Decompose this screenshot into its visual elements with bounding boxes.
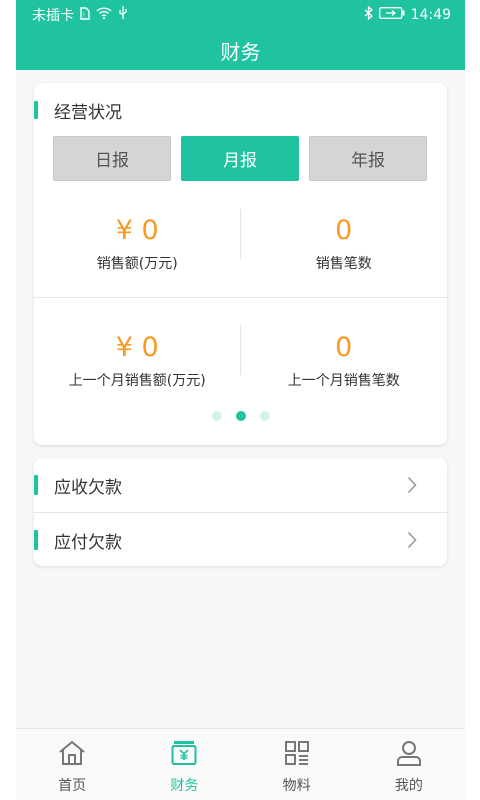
- status-bar: 未插卡 ! 14:49: [16, 0, 465, 30]
- accent-bar: [34, 475, 38, 495]
- current-count-value: 0: [335, 215, 353, 246]
- previous-sales-label: 上一个月销售额(万元): [68, 373, 206, 389]
- materials-icon: [284, 740, 310, 770]
- home-icon: [58, 740, 86, 770]
- clock-text: 14:49: [410, 7, 451, 23]
- segment-daily[interactable]: 日报: [53, 136, 171, 181]
- usb-icon: [118, 6, 128, 24]
- receivable-label: 应收欠款: [54, 477, 122, 498]
- previous-count-value: 0: [335, 332, 353, 363]
- page-title: 财务: [220, 39, 261, 64]
- tab-profile-label: 我的: [394, 778, 423, 794]
- chevron-right-icon: [407, 531, 417, 553]
- accent-bar: [34, 530, 38, 550]
- page-dot[interactable]: [211, 411, 222, 421]
- stats-divider-horizontal: [34, 297, 447, 298]
- current-sales-value: ¥ 0: [115, 215, 159, 246]
- profile-icon: [396, 740, 422, 770]
- page-dot[interactable]: [259, 411, 270, 421]
- status-right: 14:49: [364, 5, 451, 24]
- tab-finance-label: 财务: [170, 778, 199, 794]
- operations-header: 经营状况: [34, 99, 122, 123]
- battery-icon: [378, 7, 405, 23]
- segment-monthly[interactable]: 月报: [181, 136, 299, 181]
- stats-divider-vertical-2: [240, 325, 241, 375]
- current-sales-label: 销售额(万元): [96, 256, 178, 272]
- current-count-label: 销售笔数: [315, 256, 372, 272]
- payable-row[interactable]: 应付欠款: [34, 513, 447, 567]
- current-count-stat: 0 销售笔数: [241, 215, 448, 273]
- tab-materials[interactable]: 物料: [241, 729, 353, 800]
- tab-home-label: 首页: [58, 778, 87, 794]
- previous-count-label: 上一个月销售笔数: [287, 373, 400, 389]
- page-dot-active[interactable]: [235, 411, 246, 421]
- wifi-icon: [96, 7, 112, 23]
- sim-icon: !: [80, 6, 90, 24]
- debts-card: 应收欠款 应付欠款: [34, 458, 447, 566]
- accent-bar: [34, 101, 38, 119]
- bluetooth-icon: [364, 5, 373, 24]
- app-frame: 未插卡 ! 14:49 财务 经营状况 日报 月报 年报 ¥ 0 销售额(万元)…: [16, 0, 465, 800]
- page-indicator: [34, 411, 447, 421]
- carrier-text: 未插卡: [32, 8, 74, 24]
- operations-card: 经营状况 日报 月报 年报 ¥ 0 销售额(万元) 0 销售笔数 ¥ 0 上一个…: [34, 83, 447, 445]
- stats-divider-vertical: [240, 209, 241, 259]
- svg-text:!: !: [83, 12, 85, 19]
- current-sales-stat: ¥ 0 销售额(万元): [34, 215, 241, 273]
- segment-yearly[interactable]: 年报: [309, 136, 427, 181]
- chevron-right-icon: [407, 476, 417, 498]
- period-segments: 日报 月报 年报: [53, 136, 427, 181]
- tab-home[interactable]: 首页: [16, 729, 128, 800]
- payable-label: 应付欠款: [54, 532, 122, 553]
- finance-icon: [171, 740, 197, 770]
- bottom-tab-bar: 首页 财务 物料 我的: [16, 728, 465, 800]
- tab-profile[interactable]: 我的: [353, 729, 465, 800]
- receivable-row[interactable]: 应收欠款: [34, 458, 447, 512]
- operations-title: 经营状况: [54, 102, 122, 123]
- previous-sales-value: ¥ 0: [115, 332, 159, 363]
- previous-count-stat: 0 上一个月销售笔数: [241, 332, 448, 390]
- nav-bar: 财务: [16, 30, 465, 70]
- status-left: 未插卡 !: [32, 5, 128, 25]
- tab-finance[interactable]: 财务: [128, 729, 240, 800]
- tab-materials-label: 物料: [282, 778, 311, 794]
- previous-sales-stat: ¥ 0 上一个月销售额(万元): [34, 332, 241, 390]
